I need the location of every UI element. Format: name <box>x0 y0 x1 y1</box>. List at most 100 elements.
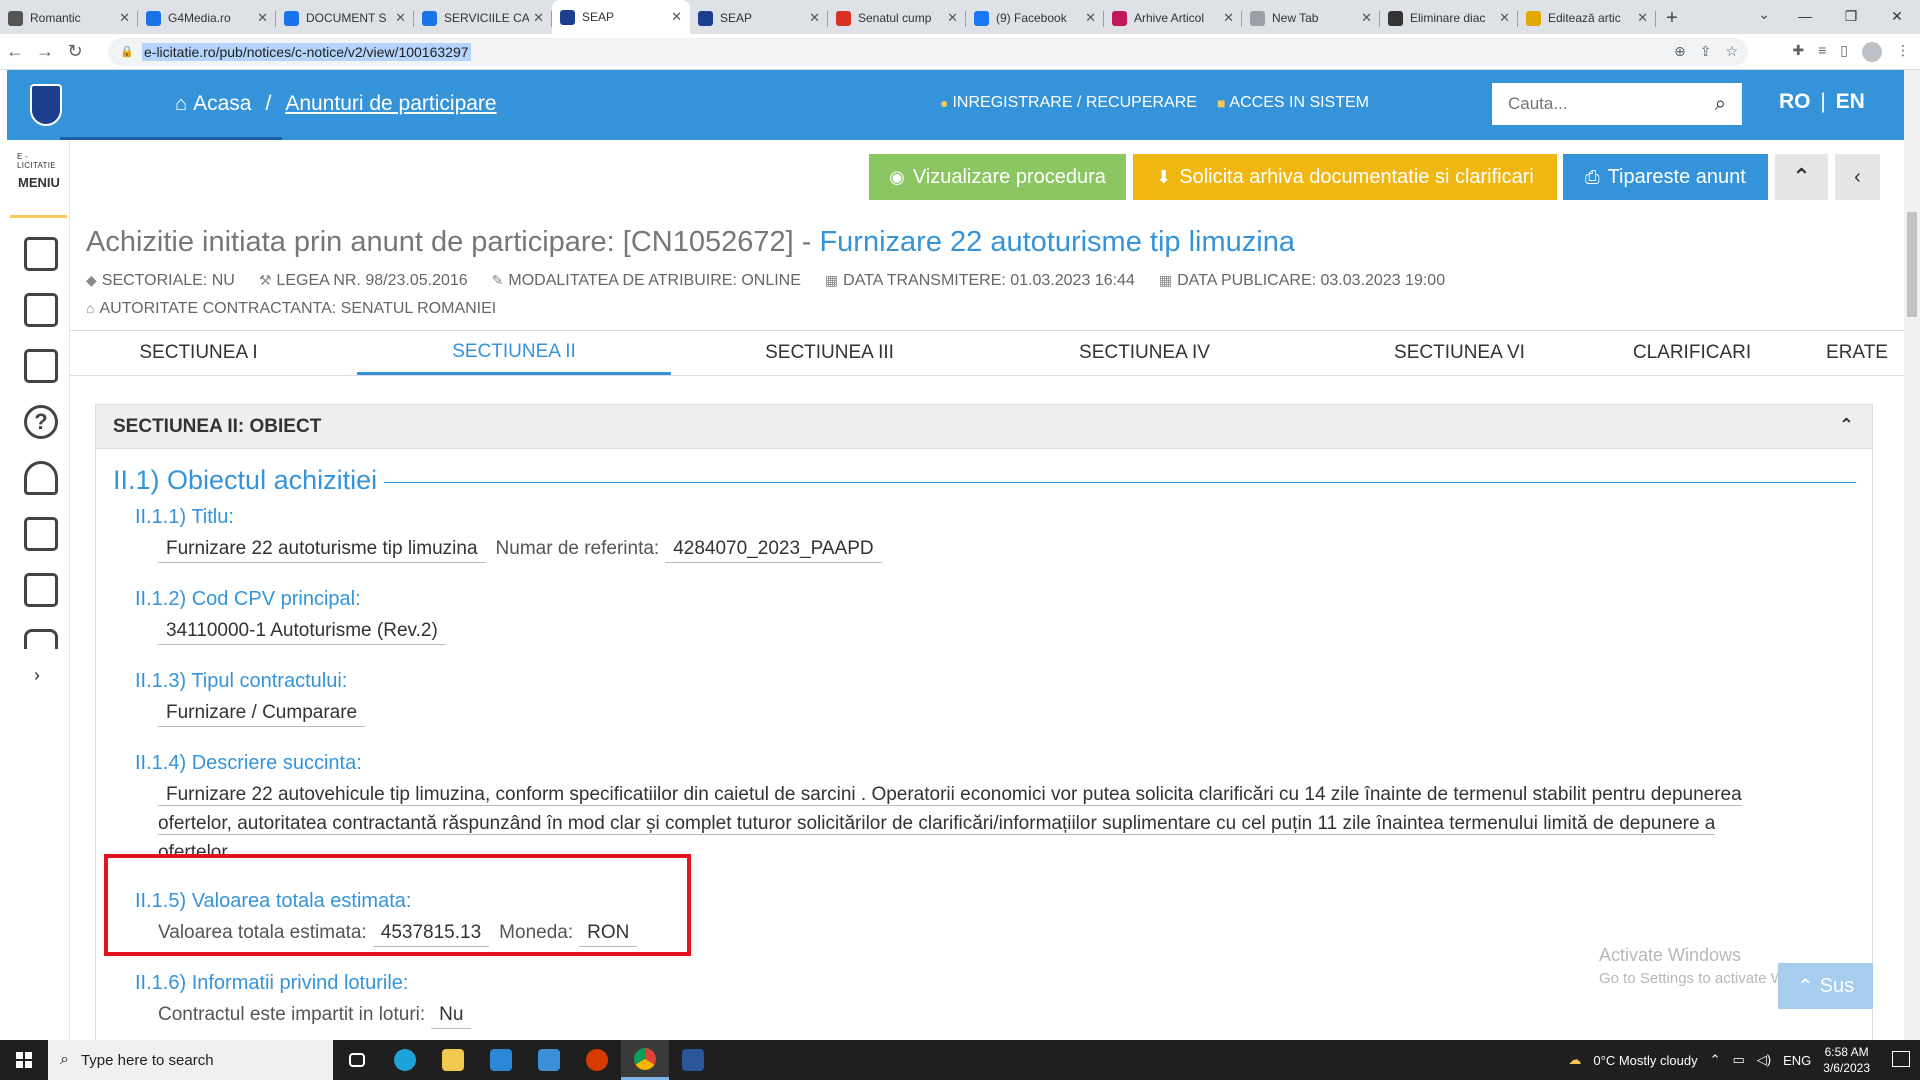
home-icon[interactable]: ⌂ <box>175 93 187 116</box>
close-tab-icon[interactable]: ✕ <box>119 10 130 26</box>
profile-avatar[interactable] <box>1862 42 1882 62</box>
browser-tab[interactable]: SEAP ✕ <box>552 0 690 34</box>
id-card-icon[interactable] <box>24 517 58 551</box>
list-icon[interactable] <box>24 293 58 327</box>
close-tab-icon[interactable]: ✕ <box>1361 10 1372 26</box>
zoom-icon[interactable]: ⊕ <box>1674 43 1686 60</box>
browser-tab[interactable]: DOCUMENT S ✕ <box>276 2 414 34</box>
tab-sectiunea-iii[interactable]: SECTIUNEA III <box>672 331 987 375</box>
extensions-icon[interactable]: ✚ <box>1792 42 1804 62</box>
menu-label[interactable]: MENIU <box>18 175 60 190</box>
site-info-icon[interactable]: 🔒 <box>120 45 134 59</box>
folder-icon[interactable] <box>24 573 58 607</box>
collapse-panel-icon[interactable]: ⌃ <box>1839 415 1854 436</box>
register-link[interactable]: ● INREGISTRARE / RECUPERARE <box>940 94 1197 112</box>
view-procedure-button[interactable]: ◉ Vizualizare procedura <box>869 154 1126 200</box>
close-tab-icon[interactable]: ✕ <box>533 10 544 26</box>
browser-tab[interactable]: Senatul cump ✕ <box>828 2 966 34</box>
tab-erate[interactable]: ERATE <box>1810 331 1904 375</box>
tab-sectiunea-iv[interactable]: SECTIUNEA IV <box>987 331 1302 375</box>
browser-tab[interactable]: SEAP ✕ <box>690 2 828 34</box>
edge-icon[interactable] <box>381 1040 429 1080</box>
notice-icon[interactable] <box>24 237 58 271</box>
close-window-button[interactable]: ✕ <box>1874 0 1920 32</box>
close-tab-icon[interactable]: ✕ <box>809 10 820 26</box>
close-tab-icon[interactable]: ✕ <box>947 10 958 26</box>
page-scrollbar[interactable] <box>1904 70 1920 1040</box>
close-tab-icon[interactable]: ✕ <box>1223 10 1234 26</box>
side-panel-icon[interactable]: ▯ <box>1840 42 1848 62</box>
browser-tab[interactable]: Romantic ✕ <box>0 2 138 34</box>
mail-icon[interactable] <box>477 1040 525 1080</box>
minimize-button[interactable]: — <box>1782 0 1828 32</box>
print-notice-button[interactable]: ⎙ Tipareste anunt <box>1563 154 1768 200</box>
network-icon[interactable]: ▭ <box>1732 1052 1744 1068</box>
reading-list-icon[interactable]: ≡ <box>1818 42 1826 62</box>
taskbar-search[interactable]: ⌕ Type here to search <box>48 1040 333 1080</box>
site-logo[interactable] <box>21 80 71 130</box>
browser-tab[interactable]: G4Media.ro ✕ <box>138 2 276 34</box>
help-icon[interactable]: ? <box>24 405 58 439</box>
office-icon[interactable] <box>573 1040 621 1080</box>
word-icon[interactable] <box>669 1040 717 1080</box>
bookmark-star-icon[interactable]: ☆ <box>1725 43 1738 60</box>
new-tab-button[interactable]: + <box>1656 2 1688 34</box>
section-tabs: SECTIUNEA I SECTIUNEA II SECTIUNEA III S… <box>70 330 1904 376</box>
volume-icon[interactable]: ◁) <box>1757 1052 1771 1068</box>
close-tab-icon[interactable]: ✕ <box>671 9 682 25</box>
close-tab-icon[interactable]: ✕ <box>395 10 406 26</box>
notifications-icon[interactable] <box>1892 1051 1910 1067</box>
tab-clarificari[interactable]: CLARIFICARI <box>1617 331 1767 375</box>
clock[interactable]: 6:58 AM 3/6/2023 <box>1823 1044 1870 1076</box>
browser-menu-icon[interactable]: ⋮ <box>1896 42 1910 62</box>
input-language[interactable]: ENG <box>1783 1053 1811 1068</box>
checklist-icon[interactable] <box>24 349 58 383</box>
share-icon[interactable]: ⇪ <box>1700 43 1712 60</box>
request-archive-button[interactable]: ⬇ Solicita arhiva documentatie si clarifi… <box>1133 154 1557 200</box>
tray-chevron-icon[interactable]: ⌃ <box>1710 1052 1721 1068</box>
lang-en[interactable]: EN <box>1836 90 1865 113</box>
weather-text[interactable]: 0°C Mostly cloudy <box>1593 1053 1697 1068</box>
search-input[interactable] <box>1508 94 1688 114</box>
reload-button[interactable]: ↻ <box>60 41 90 62</box>
file-explorer-icon[interactable] <box>429 1040 477 1080</box>
browser-tab[interactable]: Arhive Articol ✕ <box>1104 2 1242 34</box>
browser-tab[interactable]: Eliminare diac ✕ <box>1380 2 1518 34</box>
breadcrumb-home[interactable]: Acasa <box>193 92 251 116</box>
store-icon[interactable] <box>525 1040 573 1080</box>
tab-sectiunea-vi[interactable]: SECTIUNEA VI <box>1302 331 1617 375</box>
restore-button[interactable]: ❐ <box>1828 0 1874 32</box>
tab-sectiunea-i[interactable]: SECTIUNEA I <box>70 331 327 375</box>
close-tab-icon[interactable]: ✕ <box>1637 10 1648 26</box>
side-toggle-button[interactable]: ‹ <box>1835 154 1880 200</box>
loturi-field-label: Contractul este impartit in loturi: <box>158 1004 426 1025</box>
login-link[interactable]: ■ ACCES IN SISTEM <box>1217 94 1369 112</box>
tab-search-icon[interactable]: ⌄ <box>1758 6 1770 23</box>
tree-icon[interactable] <box>24 461 58 495</box>
scroll-top-button[interactable]: ⌃ Sus <box>1778 963 1873 1009</box>
browser-tab[interactable]: (9) Facebook ✕ <box>966 2 1104 34</box>
search-icon[interactable]: ⌕ <box>1715 93 1726 116</box>
scrollbar-thumb[interactable] <box>1907 212 1917 317</box>
start-button[interactable] <box>0 1040 48 1080</box>
browser-tab[interactable]: SERVICIILE CA ✕ <box>414 2 552 34</box>
collapse-button[interactable]: ⌃ <box>1775 154 1828 200</box>
browser-tab[interactable]: Editează artic ✕ <box>1518 2 1656 34</box>
forward-button[interactable]: → <box>30 41 60 62</box>
chat-icon[interactable] <box>24 629 58 649</box>
weather-icon[interactable]: ☁ <box>1568 1052 1581 1068</box>
task-view-icon[interactable] <box>333 1040 381 1080</box>
panel-header[interactable]: SECTIUNEA II: OBIECT ⌃ <box>96 405 1872 449</box>
address-bar[interactable]: 🔒 e-licitatie.ro/pub/notices/c-notice/v2… <box>108 38 1748 66</box>
close-tab-icon[interactable]: ✕ <box>1499 10 1510 26</box>
lang-ro[interactable]: RO <box>1779 90 1811 113</box>
close-tab-icon[interactable]: ✕ <box>1085 10 1096 26</box>
browser-tab[interactable]: New Tab ✕ <box>1242 2 1380 34</box>
expand-menu-icon[interactable]: › <box>34 665 40 686</box>
chrome-icon[interactable] <box>621 1040 669 1080</box>
breadcrumb-current[interactable]: Anunturi de participare <box>285 92 496 116</box>
back-button[interactable]: ← <box>0 41 30 62</box>
url-text[interactable]: e-licitatie.ro/pub/notices/c-notice/v2/v… <box>142 43 471 61</box>
close-tab-icon[interactable]: ✕ <box>257 10 268 26</box>
tab-sectiunea-ii[interactable]: SECTIUNEA II <box>357 331 671 375</box>
